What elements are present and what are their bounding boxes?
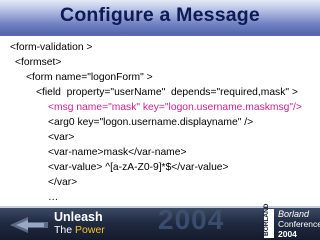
code-line-ellipsis: … [48,192,59,203]
borland-vertical-text: BORLAND [263,203,270,237]
code-line-var-close: </var> [48,177,78,188]
tagline-power: Power [75,224,105,236]
code-line-msg: <msg name="mask" key="logon.username.mas… [48,102,302,113]
code-line-arg0: <arg0 key="logon.username.displayname" /… [48,117,254,128]
tagline-the: The [54,224,73,236]
code-line-var-open: <var> [48,132,75,143]
tagline-unleash: Unleash [54,210,103,224]
conference-label: Conference [278,219,320,229]
year-watermark: 2004 [158,204,225,235]
conference-year: 2004 [278,229,297,239]
slide-title: Configure a Message [60,4,260,26]
code-line-form: <form name="logonForm" > [26,72,153,83]
code-line-formset: <formset> [15,57,62,68]
slide: Configure a Message <form-validation > <… [0,0,320,240]
code-line-var-name: <var-name>mask</var-name> [48,147,187,158]
brand-name: Borland [278,209,310,219]
code-line-form-validation: <form-validation > [10,42,93,53]
code-line-var-value: <var-value> ^[a-zA-Z0-9]*$</var-value> [48,162,229,173]
arrow-logo-icon [10,217,48,233]
code-line-field: <field property="userName" depends="requ… [36,87,298,98]
title-divider [0,34,320,36]
tagline-the-power: The Power [54,224,105,236]
